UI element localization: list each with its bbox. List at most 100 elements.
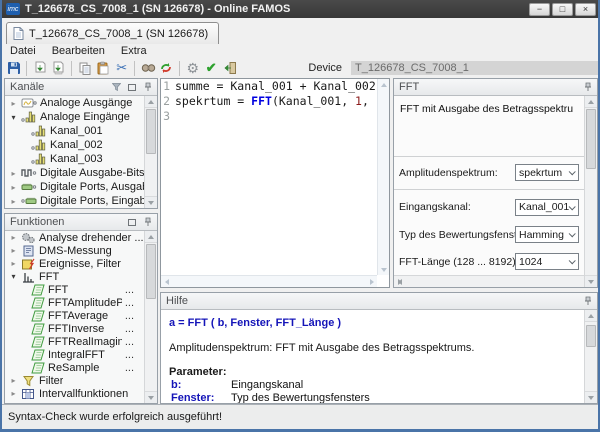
expander-icon[interactable] — [9, 113, 18, 122]
paste-icon[interactable] — [96, 60, 111, 76]
scrollbar-thumb[interactable] — [586, 325, 596, 347]
tab-document[interactable]: T_126678_CS_7008_1 (SN 126678) — [6, 22, 219, 44]
fft-laenge-dropdown[interactable]: 1024 — [515, 253, 579, 270]
pin-icon[interactable] — [142, 81, 154, 93]
preview-icon[interactable] — [140, 60, 155, 76]
fft-vertical-scrollbar[interactable] — [584, 96, 597, 287]
maximize-button[interactable] — [552, 3, 573, 16]
pin-icon[interactable] — [142, 216, 154, 228]
scroll-up-icon[interactable] — [585, 96, 597, 108]
scroll-up-icon[interactable] — [378, 79, 389, 90]
tree-item-kanal-002[interactable]: Kanal_002 — [5, 138, 144, 152]
expander-icon[interactable] — [9, 169, 18, 178]
editor-line[interactable]: 1summe = Kanal_001 + Kanal_002 — [161, 79, 377, 94]
editor-horizontal-scrollbar[interactable] — [161, 275, 377, 287]
tree-item-digitale-ausgabe-bits[interactable]: Digitale Ausgabe-Bits — [5, 166, 144, 180]
help-scrollbar[interactable] — [584, 310, 597, 403]
export-device-icon[interactable] — [51, 60, 66, 76]
expander-icon[interactable] — [9, 99, 18, 108]
tree-item-filter[interactable]: Filter — [5, 374, 144, 387]
tree-item-analoge-eingaenge[interactable]: Analoge Eingänge — [5, 110, 144, 124]
scroll-down-icon[interactable] — [585, 275, 597, 287]
save-icon[interactable] — [6, 60, 21, 76]
scroll-down-icon[interactable] — [145, 391, 157, 403]
cut-icon[interactable]: ✂ — [114, 60, 129, 76]
tree-item-ereignisse-filter[interactable]: Ereignisse, Filter — [5, 257, 144, 270]
functions-scrollbar[interactable] — [144, 231, 157, 403]
scroll-left-icon[interactable] — [161, 276, 172, 287]
expander-icon[interactable] — [9, 259, 18, 268]
tree-item-fft-group[interactable]: FFT — [5, 270, 144, 283]
parameter-dots[interactable]: ... — [125, 310, 144, 322]
chevron-down-icon — [569, 203, 576, 210]
pin-icon[interactable] — [582, 81, 594, 93]
minimize-button[interactable] — [529, 3, 550, 16]
menu-extra[interactable]: Extra — [121, 45, 147, 57]
scrollbar-thumb[interactable] — [146, 109, 156, 154]
expander-icon[interactable] — [9, 272, 18, 281]
tree-item-kanal-001[interactable]: Kanal_001 — [5, 124, 144, 138]
tree-item-fftaverage[interactable]: FFTAverage ... — [5, 309, 144, 322]
expander-icon[interactable] — [9, 376, 18, 385]
scroll-down-icon[interactable] — [585, 391, 597, 403]
editor-line[interactable]: 3 — [161, 109, 377, 124]
float-window-icon[interactable] — [126, 81, 138, 93]
parameter-dots[interactable]: ... — [125, 336, 144, 348]
expander-icon[interactable] — [9, 389, 18, 398]
expander-icon[interactable] — [9, 183, 18, 192]
tree-item-digitale-ports-eingabe[interactable]: Digitale Ports, Eingabe — [5, 194, 144, 208]
scroll-down-icon[interactable] — [145, 196, 157, 208]
scroll-up-icon[interactable] — [585, 310, 597, 322]
channels-scrollbar[interactable] — [144, 96, 157, 208]
eingangskanal-dropdown[interactable]: Kanal_001 — [515, 199, 579, 216]
scroll-right-icon[interactable] — [366, 276, 377, 287]
tree-item-analyse-drehender[interactable]: Analyse drehender ... — [5, 231, 144, 244]
scroll-up-icon[interactable] — [145, 231, 157, 243]
parameter-dots[interactable]: ... — [125, 349, 144, 361]
expander-icon[interactable] — [9, 246, 18, 255]
exit-icon[interactable] — [222, 60, 237, 76]
copy-icon[interactable] — [77, 60, 92, 76]
close-button[interactable] — [575, 3, 596, 16]
tree-item-digitale-ports-ausgabe[interactable]: Digitale Ports, Ausgabe — [5, 180, 144, 194]
editor-text-area[interactable]: 1summe = Kanal_001 + Kanal_002 2spekrtum… — [161, 79, 377, 275]
tree-item-fftinverse[interactable]: FFTInverse ... — [5, 322, 144, 335]
tree-item-intervallfunktionen[interactable]: Intervallfunktionen — [5, 387, 144, 400]
menu-bearbeiten[interactable]: Bearbeiten — [52, 45, 105, 57]
editor-line[interactable]: 2spekrtum = FFT(Kanal_001, 1, 1024) — [161, 94, 377, 109]
settings-icon[interactable]: ⚙ — [185, 60, 200, 76]
parameter-dots[interactable]: ... — [125, 297, 144, 309]
tree-item-analoge-ausgaenge[interactable]: Analoge Ausgänge — [5, 96, 144, 110]
scrollbar-thumb[interactable] — [146, 244, 156, 299]
float-window-icon[interactable] — [126, 216, 138, 228]
tree-item-integralfft[interactable]: IntegralFFT ... — [5, 348, 144, 361]
fenstertyp-dropdown[interactable]: Hamming — [515, 226, 579, 243]
editor-vertical-scrollbar[interactable] — [377, 79, 389, 275]
tree-item-fftamplitudephase[interactable]: FFTAmplitudePhase ... — [5, 296, 144, 309]
tree-item-dms-messung[interactable]: DMS-Messung — [5, 244, 144, 257]
chevron-down-icon — [569, 168, 576, 175]
tree-item-fft[interactable]: FFT ... — [5, 283, 144, 296]
scrollbar-thumb[interactable] — [586, 109, 596, 169]
syntax-check-icon[interactable]: ✔ — [204, 60, 219, 76]
import-device-icon[interactable] — [32, 60, 47, 76]
field-label: Typ des Bewertungsfensters: — [399, 229, 515, 241]
filter-icon[interactable] — [110, 81, 122, 93]
tree-item-kanal-003[interactable]: Kanal_003 — [5, 152, 144, 166]
parameter-dots[interactable]: ... — [125, 284, 144, 296]
code-editor[interactable]: 1summe = Kanal_001 + Kanal_002 2spekrtum… — [160, 78, 390, 288]
expander-icon[interactable] — [9, 233, 18, 242]
fft-horizontal-scrollbar[interactable] — [394, 275, 584, 287]
sync-icon[interactable] — [159, 60, 174, 76]
tree-item-resample[interactable]: ReSample ... — [5, 361, 144, 374]
parameter-dots[interactable]: ... — [125, 323, 144, 335]
scroll-up-icon[interactable] — [145, 96, 157, 108]
scroll-right-icon[interactable] — [394, 276, 406, 287]
amplitudenspektrum-dropdown[interactable]: spekrtum — [515, 164, 579, 181]
scroll-down-icon[interactable] — [378, 264, 389, 275]
pin-icon[interactable] — [582, 295, 594, 307]
menu-datei[interactable]: Datei — [10, 45, 36, 57]
tree-item-fftrealimaginary[interactable]: FFTRealImaginary ... — [5, 335, 144, 348]
expander-icon[interactable] — [9, 197, 18, 206]
parameter-dots[interactable]: ... — [125, 362, 144, 374]
